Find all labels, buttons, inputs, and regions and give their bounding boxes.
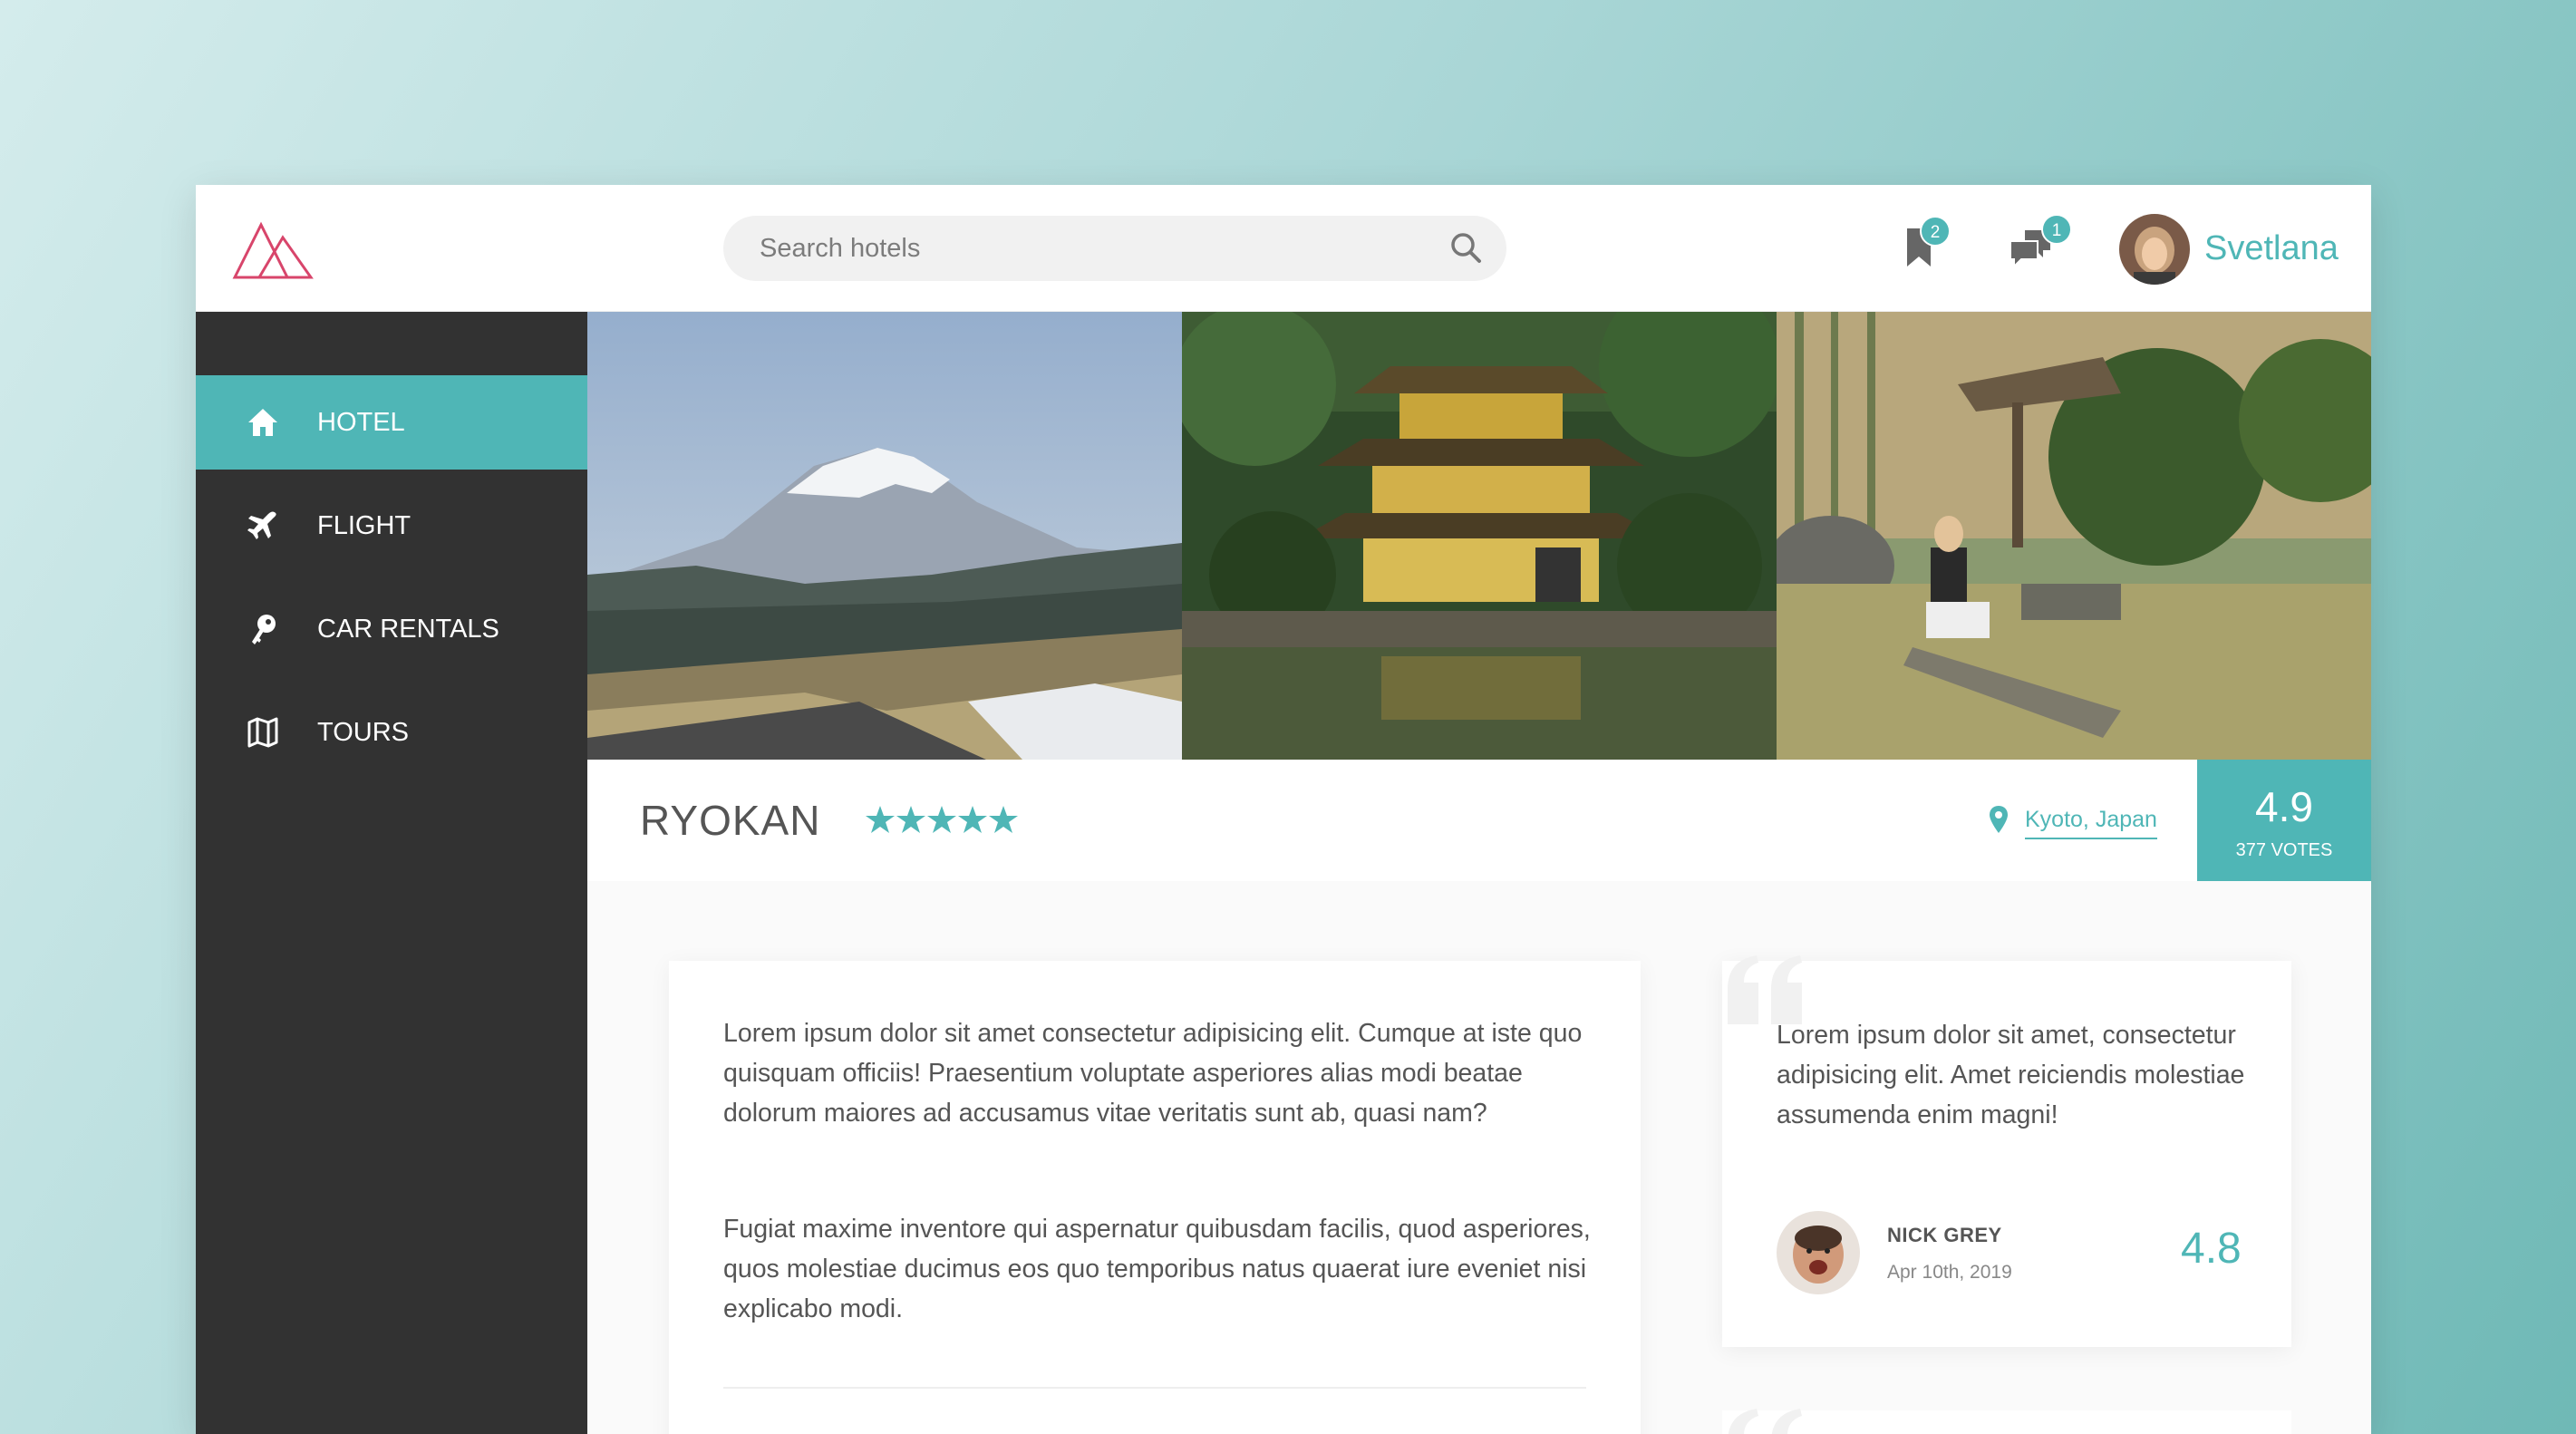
messages-button[interactable]: 1: [2005, 212, 2077, 285]
plane-icon: [247, 511, 276, 539]
quote-icon: [1728, 1409, 1802, 1434]
map-icon: [247, 717, 278, 748]
logo-icon[interactable]: [232, 218, 315, 281]
user-avatar[interactable]: [2119, 214, 2190, 285]
reviewer-name: NICK GREY: [1887, 1224, 2002, 1246]
location-link[interactable]: Kyoto, Japan: [2025, 805, 2157, 839]
hotel-name: RYOKAN: [640, 797, 821, 844]
search-icon[interactable]: [1447, 228, 1487, 268]
reviewer-avatar[interactable]: [1777, 1211, 1860, 1294]
sidebar-item-car-rentals[interactable]: CAR RENTALS: [196, 582, 587, 676]
user-name[interactable]: Svetlana: [2204, 227, 2339, 270]
app-window: 2 1 Svetlana HOTEL: [196, 185, 2371, 1434]
bookmarks-badge: 2: [1920, 216, 1951, 247]
sidebar-nav: HOTEL FLIGHT CAR RENTALS TOURS: [196, 312, 587, 1434]
rating-score: 4.9: [2255, 783, 2313, 830]
home-icon: [248, 409, 277, 436]
five-star-rating-icon: [866, 806, 1018, 833]
location-pin-icon: [1990, 806, 2008, 833]
bookmarks-button[interactable]: 2: [1896, 212, 1969, 285]
sidebar-item-hotel[interactable]: HOTEL: [196, 375, 587, 470]
divider: [723, 1387, 1586, 1389]
top-header: 2 1 Svetlana: [196, 185, 2371, 312]
messages-badge: 1: [2041, 214, 2072, 245]
golden-pavilion-photo[interactable]: [1182, 312, 1777, 760]
mount-fuji-photo[interactable]: [587, 312, 1182, 760]
quote-icon: [1728, 955, 1802, 1024]
review-date: Apr 10th, 2019: [1887, 1262, 2012, 1283]
sidebar-item-label: FLIGHT: [317, 511, 412, 540]
sidebar-item-tours[interactable]: TOURS: [196, 685, 587, 780]
sidebar-item-label: CAR RENTALS: [317, 615, 499, 644]
rating-votes: 377 VOTES: [2235, 840, 2333, 860]
description-card: Lorem ipsum dolor sit amet consectetur a…: [669, 961, 1641, 1434]
hotel-info-bar: RYOKAN Kyoto, Japan 4.9 377 VOTES: [587, 760, 2371, 881]
review-text: Lorem ipsum dolor sit amet, consectetur …: [1777, 1021, 2245, 1129]
rating-box: 4.9 377 VOTES: [2197, 760, 2371, 881]
review-score: 4.8: [2181, 1225, 2242, 1273]
search-bar: [723, 216, 1506, 281]
sidebar-item-label: HOTEL: [317, 408, 405, 437]
garden-photo[interactable]: [1777, 312, 2371, 760]
sidebar-item-label: TOURS: [317, 718, 409, 747]
sidebar-item-flight[interactable]: FLIGHT: [196, 479, 587, 573]
key-icon: [252, 615, 276, 644]
description-paragraph: Fugiat maxime inventore qui aspernatur q…: [723, 1215, 1591, 1323]
search-input[interactable]: [723, 216, 1506, 281]
description-paragraph: Lorem ipsum dolor sit amet consectetur a…: [723, 1019, 1583, 1128]
